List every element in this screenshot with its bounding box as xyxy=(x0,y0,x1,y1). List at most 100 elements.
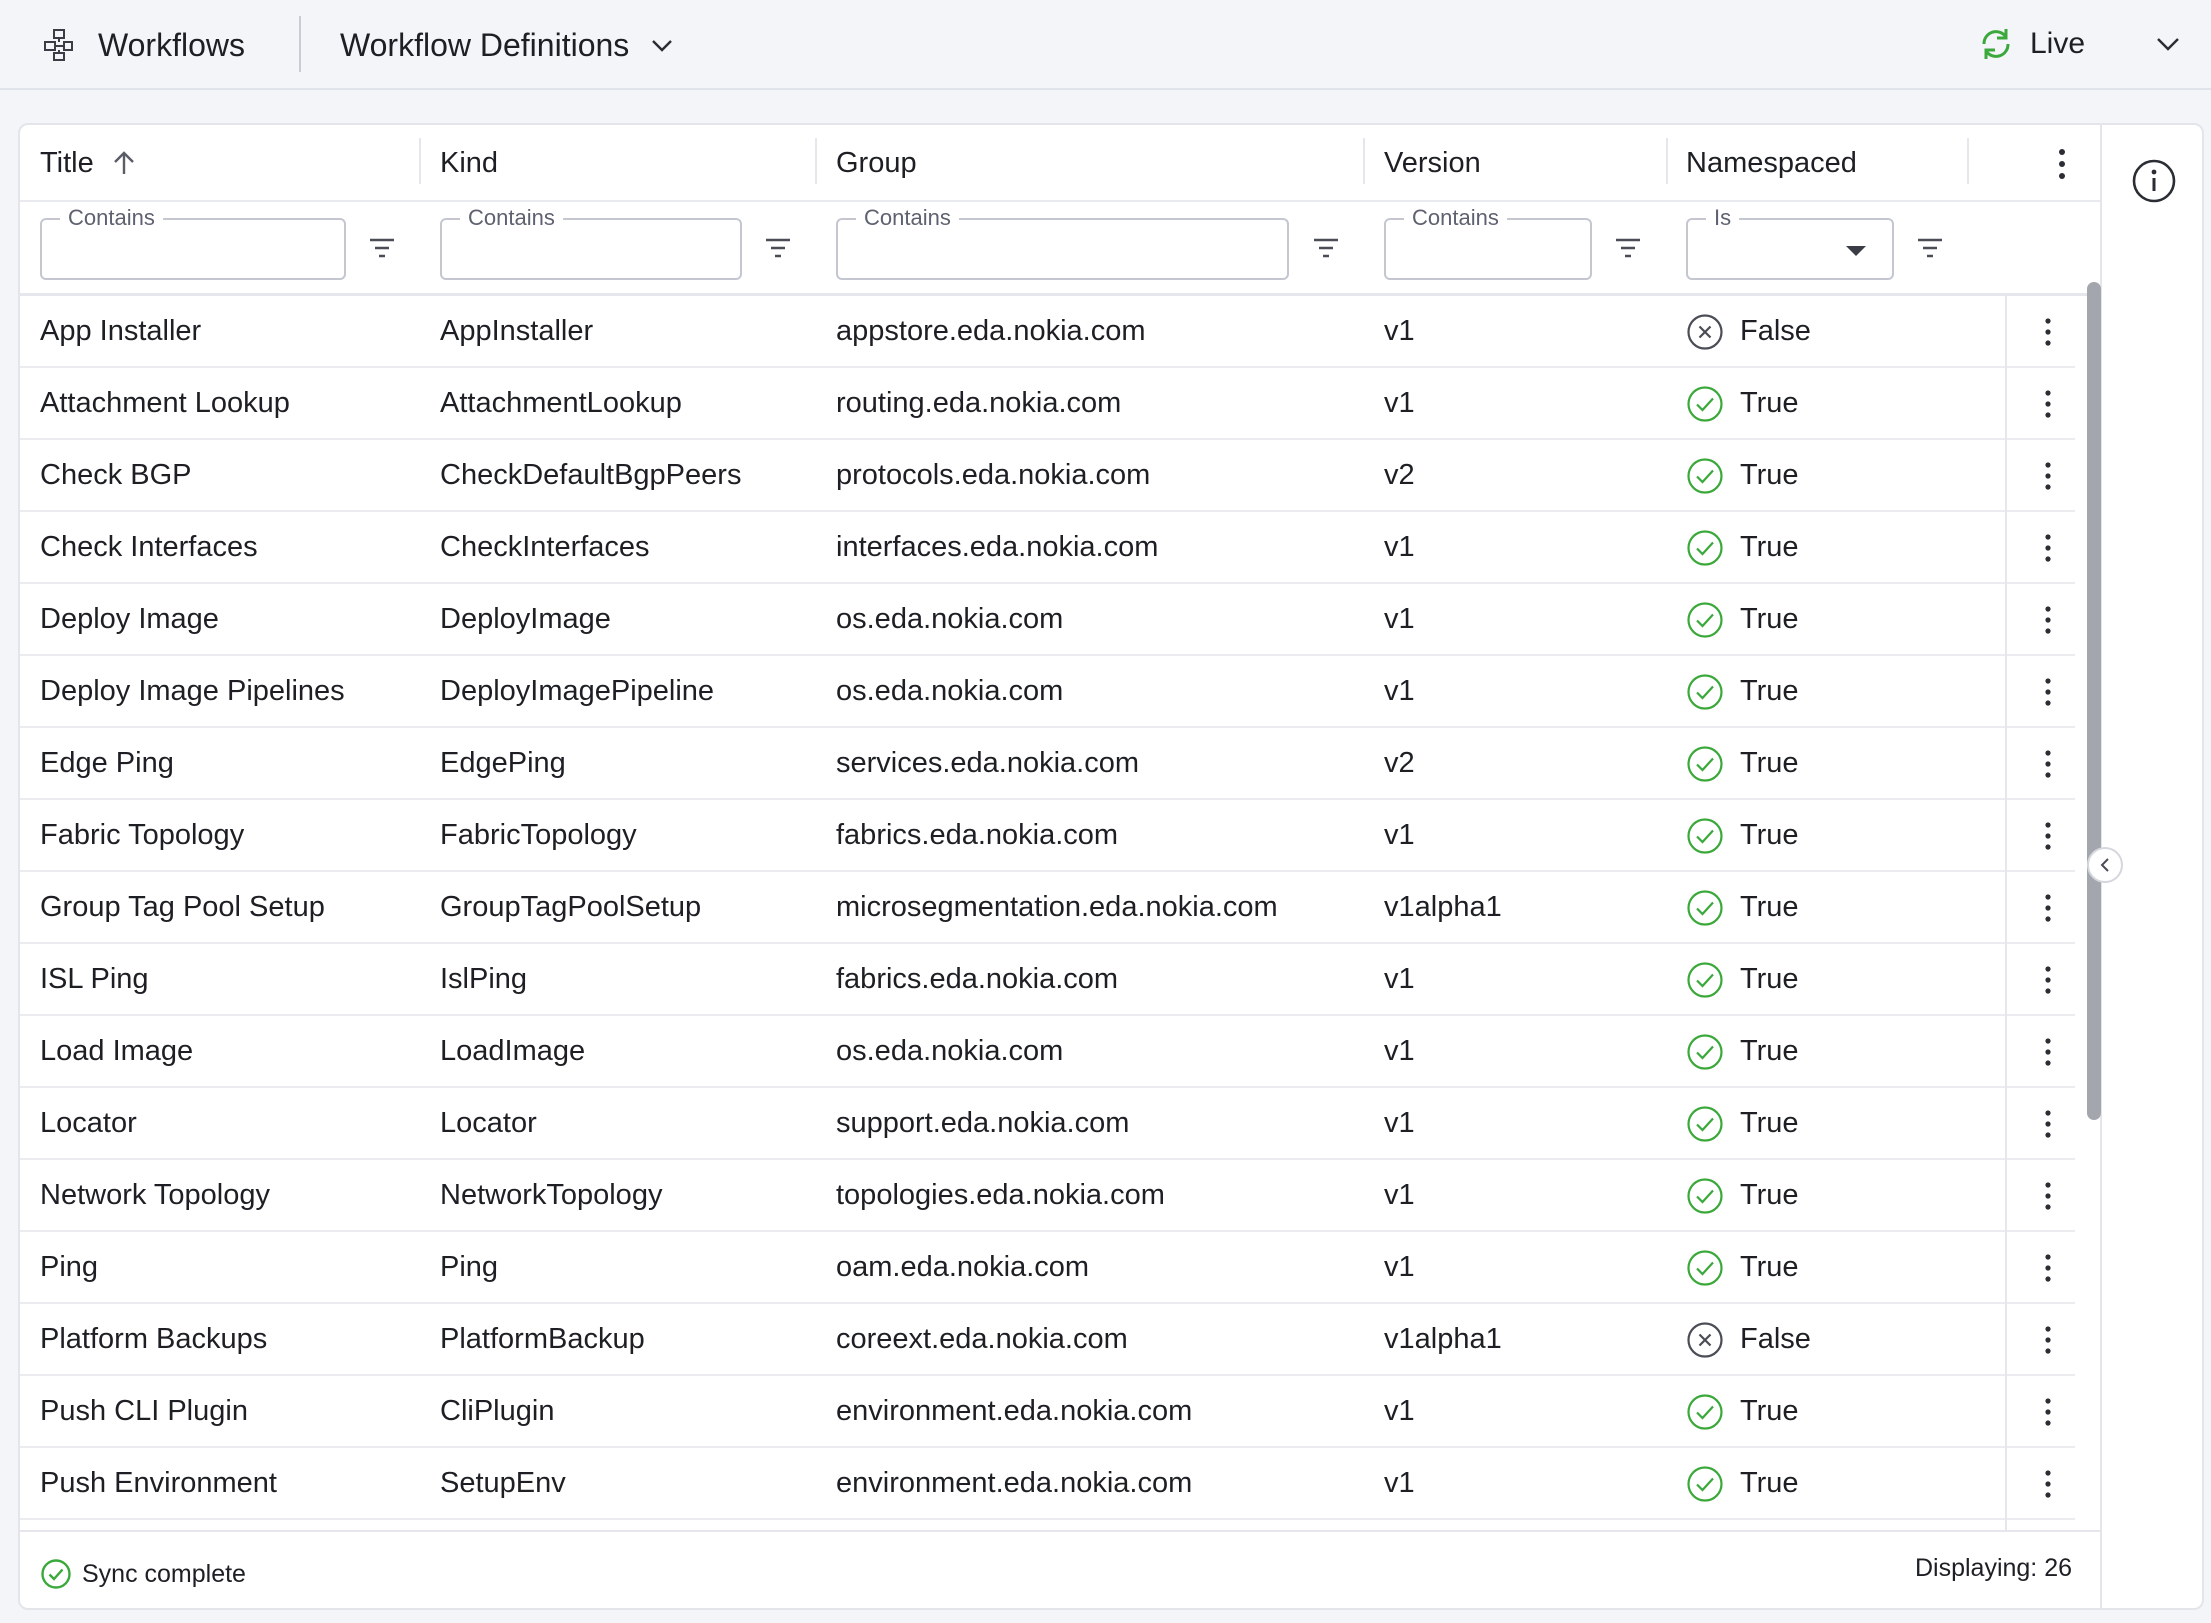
cell-version: v1 xyxy=(1384,387,1415,419)
column-resize-handle[interactable] xyxy=(419,138,421,184)
x-circle-icon xyxy=(1687,1322,1723,1358)
row-actions-kebab-icon[interactable] xyxy=(2040,1322,2056,1358)
table-row[interactable]: Deploy Image DeployImage os.eda.nokia.com v… xyxy=(20,584,2075,656)
row-actions-kebab-icon[interactable] xyxy=(2040,1106,2056,1142)
cell-title: App Installer xyxy=(40,315,202,347)
cell-namespaced: True xyxy=(1740,963,1799,995)
table-row[interactable]: Load Image LoadImage os.eda.nokia.com v1 Tru… xyxy=(20,1016,2075,1088)
filter-icon[interactable] xyxy=(762,232,794,264)
row-actions-kebab-icon[interactable] xyxy=(2040,530,2056,566)
cell-version: v1 xyxy=(1384,1395,1415,1427)
check-circle-icon xyxy=(1687,530,1723,566)
column-header-version[interactable]: Version xyxy=(1384,140,1481,186)
cell-version: v1 xyxy=(1384,1035,1415,1067)
scrollbar-thumb[interactable] xyxy=(2087,282,2101,1120)
cell-kind: GroupTagPoolSetup xyxy=(440,891,702,923)
live-dropdown-chevron-icon[interactable] xyxy=(2154,30,2182,58)
filter-icon[interactable] xyxy=(1914,232,1946,264)
check-circle-icon xyxy=(1687,458,1723,494)
cell-title: Locator xyxy=(40,1107,137,1139)
table-row[interactable]: Attachment Lookup AttachmentLookup routing… xyxy=(20,368,2075,440)
row-actions-kebab-icon[interactable] xyxy=(2040,314,2056,350)
column-options-kebab-icon[interactable] xyxy=(2046,144,2078,184)
actions-column-divider xyxy=(2005,296,2007,1530)
cell-title: Push Environment xyxy=(40,1467,277,1499)
cell-namespaced: True xyxy=(1740,387,1799,419)
filter-icon[interactable] xyxy=(1310,232,1342,264)
cell-kind: NetworkTopology xyxy=(440,1179,663,1211)
cell-title: Load Image xyxy=(40,1035,194,1067)
cell-kind: FabricTopology xyxy=(440,819,637,851)
row-actions-kebab-icon[interactable] xyxy=(2040,962,2056,998)
live-status[interactable]: Live xyxy=(1976,18,2085,70)
table-row[interactable]: App Installer AppInstaller appstore.eda.no… xyxy=(20,296,2075,368)
row-actions-kebab-icon[interactable] xyxy=(2040,1394,2056,1430)
caret-down-icon xyxy=(1846,246,1866,256)
table-row[interactable]: Check BGP CheckDefaultBgpPeers protocols.e… xyxy=(20,440,2075,512)
cell-group: microsegmentation.eda.nokia.com xyxy=(836,891,1278,923)
table-row[interactable]: Deploy Image Pipelines DeployImagePipelin… xyxy=(20,656,2075,728)
cell-version: v1 xyxy=(1384,1251,1415,1283)
header-divider xyxy=(20,200,2100,202)
check-circle-icon xyxy=(1687,602,1723,638)
cell-group: topologies.eda.nokia.com xyxy=(836,1179,1165,1211)
column-header-group[interactable]: Group xyxy=(836,140,917,186)
row-actions-kebab-icon[interactable] xyxy=(2040,1178,2056,1214)
view-selector-dropdown[interactable]: Workflow Definitions xyxy=(340,20,675,70)
column-header-title[interactable]: Title xyxy=(40,140,138,186)
column-resize-handle[interactable] xyxy=(1363,138,1365,184)
cell-kind: AttachmentLookup xyxy=(440,387,682,419)
row-actions-kebab-icon[interactable] xyxy=(2040,458,2056,494)
cell-title: Network Topology xyxy=(40,1179,270,1211)
filter-icon[interactable] xyxy=(1612,232,1644,264)
collapse-side-panel-button[interactable] xyxy=(2087,847,2123,883)
cell-version: v1 xyxy=(1384,963,1415,995)
check-circle-icon xyxy=(1687,1394,1723,1430)
column-resize-handle[interactable] xyxy=(1967,138,1969,184)
column-header-label: Namespaced xyxy=(1686,146,1857,179)
table-row[interactable]: Edge Ping EdgePing services.eda.nokia.com v… xyxy=(20,728,2075,800)
table-body: App Installer AppInstaller appstore.eda.no… xyxy=(20,296,2075,1530)
table-row[interactable]: ISL Ping IslPing fabrics.eda.nokia.com v1 Tr… xyxy=(20,944,2075,1016)
cell-version: v2 xyxy=(1384,747,1415,779)
row-actions-kebab-icon[interactable] xyxy=(2040,746,2056,782)
cell-namespaced: True xyxy=(1740,891,1799,923)
cell-kind: DeployImagePipeline xyxy=(440,675,715,707)
row-actions-kebab-icon[interactable] xyxy=(2040,386,2056,422)
row-actions-kebab-icon[interactable] xyxy=(2040,890,2056,926)
filter-icon[interactable] xyxy=(366,232,398,264)
info-icon[interactable] xyxy=(2131,158,2177,204)
cell-title: Check Interfaces xyxy=(40,531,258,563)
cell-kind: IslPing xyxy=(440,963,528,995)
sort-ascending-icon[interactable] xyxy=(110,149,138,177)
cell-title: Ping xyxy=(40,1251,99,1283)
row-actions-kebab-icon[interactable] xyxy=(2040,1250,2056,1286)
table-row[interactable]: Platform Backups PlatformBackup coreext.ed… xyxy=(20,1304,2075,1376)
row-actions-kebab-icon[interactable] xyxy=(2040,602,2056,638)
row-actions-kebab-icon[interactable] xyxy=(2040,1034,2056,1070)
column-resize-handle[interactable] xyxy=(815,138,817,184)
view-title: Workflow Definitions xyxy=(340,26,630,63)
column-header-namespaced[interactable]: Namespaced xyxy=(1686,140,1857,186)
row-actions-kebab-icon[interactable] xyxy=(2040,1466,2056,1502)
row-actions-kebab-icon[interactable] xyxy=(2040,674,2056,710)
table-row[interactable]: Locator Locator support.eda.nokia.com v1 Tru… xyxy=(20,1088,2075,1160)
cell-title: Check BGP xyxy=(40,459,192,491)
table-row[interactable]: Fabric Topology FabricTopology fabrics.eda… xyxy=(20,800,2075,872)
table-row[interactable]: Push CLI Plugin CliPlugin environment.eda.… xyxy=(20,1376,2075,1448)
table-row[interactable]: Group Tag Pool Setup GroupTagPoolSetup mic… xyxy=(20,872,2075,944)
column-header-kind[interactable]: Kind xyxy=(440,140,498,186)
column-resize-handle[interactable] xyxy=(1666,138,1668,184)
row-actions-kebab-icon[interactable] xyxy=(2040,818,2056,854)
table-row[interactable]: Network Topology NetworkTopology topologie… xyxy=(20,1160,2075,1232)
cell-namespaced: True xyxy=(1740,1179,1799,1211)
table-row[interactable]: Push Environment SetupEnv environment.eda.… xyxy=(20,1448,2075,1520)
table-row[interactable]: Ping Ping oam.eda.nokia.com v1 True xyxy=(20,1232,2075,1304)
footer-divider xyxy=(20,1530,2100,1532)
filter-label: Contains xyxy=(60,204,163,232)
check-circle-icon xyxy=(1687,1106,1723,1142)
table-row[interactable]: Check Interfaces CheckInterfaces interface… xyxy=(20,512,2075,584)
cell-version: v1 xyxy=(1384,1179,1415,1211)
cell-version: v1 xyxy=(1384,1467,1415,1499)
header-divider xyxy=(299,16,301,72)
